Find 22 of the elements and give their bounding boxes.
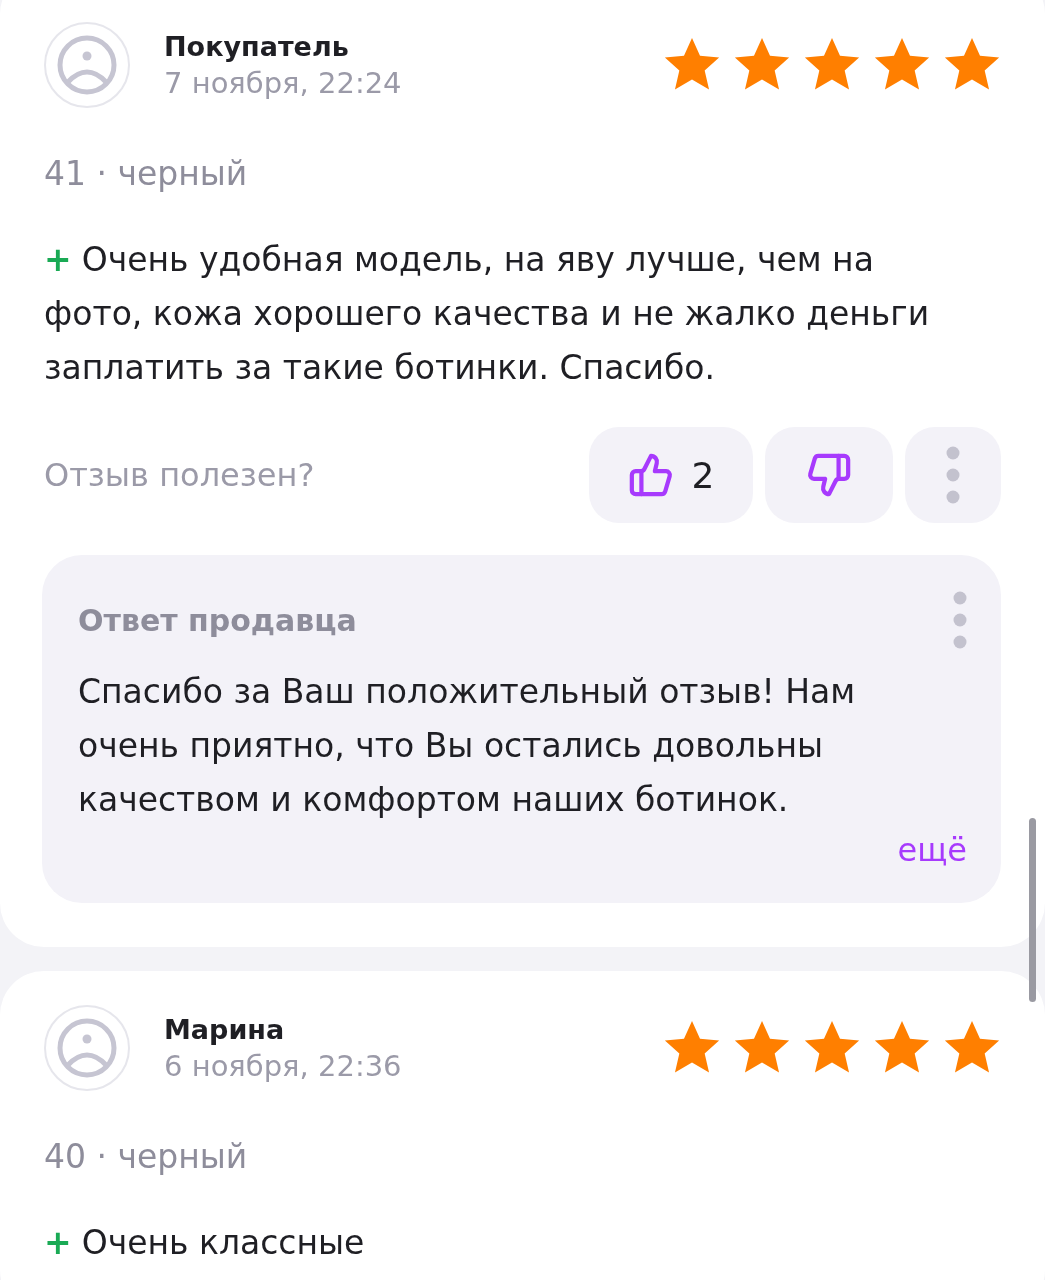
review-text: + Очень удобная модель, на яву лучше, чем на фото, кожа хорошего качества и не жалко деньги заплатить за такие ботинки. Спасибо.: [44, 239, 931, 389]
seller-reply-text: Спасибо за Ваш положительный отзыв! Нам очень приятно, что Вы остались довольны качеством и комфортом наших ботинок.: [78, 671, 857, 821]
review-text: + Очень классные: [44, 1222, 366, 1264]
more-icon[interactable]: [953, 591, 967, 649]
user-avatar-icon: [44, 22, 130, 108]
scrollbar[interactable]: [1029, 818, 1036, 1002]
author-name: Марина: [164, 1013, 286, 1045]
dislike-button[interactable]: [765, 427, 893, 523]
author-name: Покупатель: [164, 30, 350, 62]
user-avatar-icon: [44, 1005, 130, 1091]
more-icon[interactable]: [946, 446, 960, 504]
product-variant: 40 · черный: [44, 1137, 249, 1176]
review-date: 6 ноября, 22:36: [164, 1048, 403, 1083]
thumbs-up-icon: [627, 452, 674, 498]
thumbs-down-icon: [806, 452, 852, 498]
product-variant: 41 · черный: [44, 154, 249, 193]
helpful-question: Отзыв полезен?: [44, 456, 316, 494]
like-button[interactable]: 2: [589, 427, 753, 523]
review-date: 7 ноября, 22:24: [164, 65, 403, 100]
show-more-link[interactable]: ещё: [897, 831, 967, 869]
seller-reply-title: Ответ продавца: [78, 602, 357, 638]
more-options-button[interactable]: [905, 427, 1001, 523]
